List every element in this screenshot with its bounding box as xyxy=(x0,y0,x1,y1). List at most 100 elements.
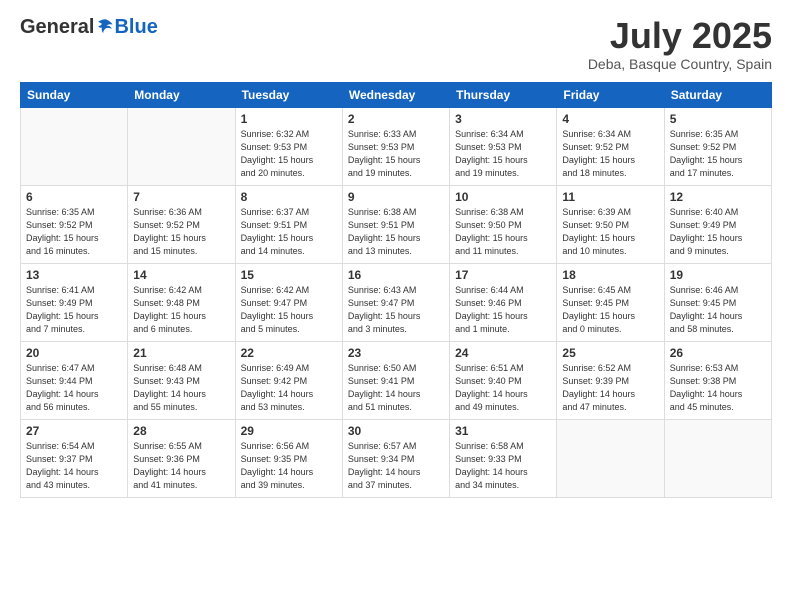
calendar-cell: 10 Sunrise: 6:38 AM Sunset: 9:50 PM Dayli… xyxy=(450,185,557,263)
day-number: 26 xyxy=(670,346,766,360)
title-block: July 2025 Deba, Basque Country, Spain xyxy=(588,16,772,72)
calendar-cell: 22Sunrise: 6:49 AM Sunset: 9:42 PM Dayli… xyxy=(235,341,342,419)
day-info: Sunrise: 6:56 AM Sunset: 9:35 PM Dayligh… xyxy=(241,440,337,492)
calendar-cell: 28 Sunrise: 6:55 AM Sunset: 9:36 PM Dayli… xyxy=(128,419,235,497)
day-number: 8 xyxy=(241,190,337,204)
weekday-header-sunday: Sunday xyxy=(21,82,128,107)
day-info: Sunrise: 6:42 AM Sunset: 9:48 PM Dayligh… xyxy=(133,284,229,336)
weekday-header-friday: Friday xyxy=(557,82,664,107)
weekday-header-thursday: Thursday xyxy=(450,82,557,107)
calendar-table: SundayMondayTuesdayWednesdayThursdayFrid… xyxy=(20,82,772,498)
day-number: 19 xyxy=(670,268,766,282)
day-info: Sunrise: 6:36 AM Sunset: 9:52 PM Dayligh… xyxy=(133,206,229,258)
logo: General Blue xyxy=(20,16,158,39)
day-number: 13 xyxy=(26,268,122,282)
calendar-cell xyxy=(128,107,235,185)
day-number: 11 xyxy=(562,190,658,204)
day-info: Sunrise: 6:35 AM Sunset: 9:52 PM Dayligh… xyxy=(670,128,766,180)
day-info: Sunrise: 6:47 AM Sunset: 9:44 PM Dayligh… xyxy=(26,362,122,414)
day-info: Sunrise: 6:38 AM Sunset: 9:50 PM Dayligh… xyxy=(455,206,551,258)
calendar-cell: 3Sunrise: 6:34 AM Sunset: 9:53 PM Daylig… xyxy=(450,107,557,185)
calendar-cell: 9Sunrise: 6:38 AM Sunset: 9:51 PM Daylig… xyxy=(342,185,449,263)
day-number: 29 xyxy=(241,424,337,438)
calendar-cell: 26 Sunrise: 6:53 AM Sunset: 9:38 PM Dayli… xyxy=(664,341,771,419)
day-number: 16 xyxy=(348,268,444,282)
calendar-week-0: 1 Sunrise: 6:32 AM Sunset: 9:53 PM Daylig… xyxy=(21,107,772,185)
weekday-row: SundayMondayTuesdayWednesdayThursdayFrid… xyxy=(21,82,772,107)
day-info: Sunrise: 6:51 AM Sunset: 9:40 PM Dayligh… xyxy=(455,362,551,414)
day-number: 2 xyxy=(348,112,444,126)
day-number: 31 xyxy=(455,424,551,438)
day-info: Sunrise: 6:32 AM Sunset: 9:53 PM Dayligh… xyxy=(241,128,337,180)
weekday-header-tuesday: Tuesday xyxy=(235,82,342,107)
day-number: 23 xyxy=(348,346,444,360)
calendar-cell xyxy=(557,419,664,497)
day-number: 20 xyxy=(26,346,122,360)
calendar-cell: 14 Sunrise: 6:42 AM Sunset: 9:48 PM Dayli… xyxy=(128,263,235,341)
calendar-cell: 23 Sunrise: 6:50 AM Sunset: 9:41 PM Dayli… xyxy=(342,341,449,419)
weekday-header-saturday: Saturday xyxy=(664,82,771,107)
day-number: 5 xyxy=(670,112,766,126)
calendar-week-3: 20 Sunrise: 6:47 AM Sunset: 9:44 PM Dayli… xyxy=(21,341,772,419)
calendar-cell: 11 Sunrise: 6:39 AM Sunset: 9:50 PM Dayli… xyxy=(557,185,664,263)
day-number: 15 xyxy=(241,268,337,282)
day-number: 10 xyxy=(455,190,551,204)
day-number: 21 xyxy=(133,346,229,360)
logo-blue-text: Blue xyxy=(114,16,157,39)
logo-general-text: General xyxy=(20,16,94,39)
day-number: 22 xyxy=(241,346,337,360)
day-info: Sunrise: 6:58 AM Sunset: 9:33 PM Dayligh… xyxy=(455,440,551,492)
day-info: Sunrise: 6:57 AM Sunset: 9:34 PM Dayligh… xyxy=(348,440,444,492)
calendar-cell: 6Sunrise: 6:35 AM Sunset: 9:52 PM Daylig… xyxy=(21,185,128,263)
calendar-cell: 5 Sunrise: 6:35 AM Sunset: 9:52 PM Daylig… xyxy=(664,107,771,185)
day-info: Sunrise: 6:43 AM Sunset: 9:47 PM Dayligh… xyxy=(348,284,444,336)
calendar-cell: 15 Sunrise: 6:42 AM Sunset: 9:47 PM Dayli… xyxy=(235,263,342,341)
calendar-body: 1 Sunrise: 6:32 AM Sunset: 9:53 PM Daylig… xyxy=(21,107,772,497)
day-number: 27 xyxy=(26,424,122,438)
calendar-cell: 31 Sunrise: 6:58 AM Sunset: 9:33 PM Dayli… xyxy=(450,419,557,497)
location-subtitle: Deba, Basque Country, Spain xyxy=(588,56,772,72)
header: General Blue July 2025 Deba, Basque Coun… xyxy=(20,16,772,72)
day-info: Sunrise: 6:39 AM Sunset: 9:50 PM Dayligh… xyxy=(562,206,658,258)
day-info: Sunrise: 6:55 AM Sunset: 9:36 PM Dayligh… xyxy=(133,440,229,492)
weekday-header-wednesday: Wednesday xyxy=(342,82,449,107)
calendar-week-1: 6Sunrise: 6:35 AM Sunset: 9:52 PM Daylig… xyxy=(21,185,772,263)
logo-bird-icon xyxy=(96,17,114,35)
day-info: Sunrise: 6:41 AM Sunset: 9:49 PM Dayligh… xyxy=(26,284,122,336)
day-info: Sunrise: 6:44 AM Sunset: 9:46 PM Dayligh… xyxy=(455,284,551,336)
calendar-week-2: 13 Sunrise: 6:41 AM Sunset: 9:49 PM Dayli… xyxy=(21,263,772,341)
day-info: Sunrise: 6:33 AM Sunset: 9:53 PM Dayligh… xyxy=(348,128,444,180)
day-info: Sunrise: 6:52 AM Sunset: 9:39 PM Dayligh… xyxy=(562,362,658,414)
calendar-cell: 16 Sunrise: 6:43 AM Sunset: 9:47 PM Dayli… xyxy=(342,263,449,341)
calendar-cell: 8 Sunrise: 6:37 AM Sunset: 9:51 PM Daylig… xyxy=(235,185,342,263)
calendar-cell: 20 Sunrise: 6:47 AM Sunset: 9:44 PM Dayli… xyxy=(21,341,128,419)
day-info: Sunrise: 6:54 AM Sunset: 9:37 PM Dayligh… xyxy=(26,440,122,492)
calendar-cell: 24 Sunrise: 6:51 AM Sunset: 9:40 PM Dayli… xyxy=(450,341,557,419)
day-info: Sunrise: 6:50 AM Sunset: 9:41 PM Dayligh… xyxy=(348,362,444,414)
day-number: 18 xyxy=(562,268,658,282)
day-number: 14 xyxy=(133,268,229,282)
day-number: 28 xyxy=(133,424,229,438)
calendar-cell: 17 Sunrise: 6:44 AM Sunset: 9:46 PM Dayli… xyxy=(450,263,557,341)
day-number: 7 xyxy=(133,190,229,204)
day-number: 4 xyxy=(562,112,658,126)
day-info: Sunrise: 6:35 AM Sunset: 9:52 PM Dayligh… xyxy=(26,206,122,258)
calendar-cell: 30 Sunrise: 6:57 AM Sunset: 9:34 PM Dayli… xyxy=(342,419,449,497)
month-title: July 2025 xyxy=(588,16,772,56)
calendar-cell: 19Sunrise: 6:46 AM Sunset: 9:45 PM Dayli… xyxy=(664,263,771,341)
day-info: Sunrise: 6:42 AM Sunset: 9:47 PM Dayligh… xyxy=(241,284,337,336)
day-number: 1 xyxy=(241,112,337,126)
day-info: Sunrise: 6:53 AM Sunset: 9:38 PM Dayligh… xyxy=(670,362,766,414)
calendar-cell: 1 Sunrise: 6:32 AM Sunset: 9:53 PM Daylig… xyxy=(235,107,342,185)
calendar-cell xyxy=(664,419,771,497)
day-number: 30 xyxy=(348,424,444,438)
calendar-cell: 27 Sunrise: 6:54 AM Sunset: 9:37 PM Dayli… xyxy=(21,419,128,497)
day-number: 17 xyxy=(455,268,551,282)
calendar-cell: 18Sunrise: 6:45 AM Sunset: 9:45 PM Dayli… xyxy=(557,263,664,341)
day-number: 24 xyxy=(455,346,551,360)
calendar-cell: 29 Sunrise: 6:56 AM Sunset: 9:35 PM Dayli… xyxy=(235,419,342,497)
page: General Blue July 2025 Deba, Basque Coun… xyxy=(0,0,792,612)
calendar-cell: 4Sunrise: 6:34 AM Sunset: 9:52 PM Daylig… xyxy=(557,107,664,185)
day-info: Sunrise: 6:37 AM Sunset: 9:51 PM Dayligh… xyxy=(241,206,337,258)
day-number: 3 xyxy=(455,112,551,126)
